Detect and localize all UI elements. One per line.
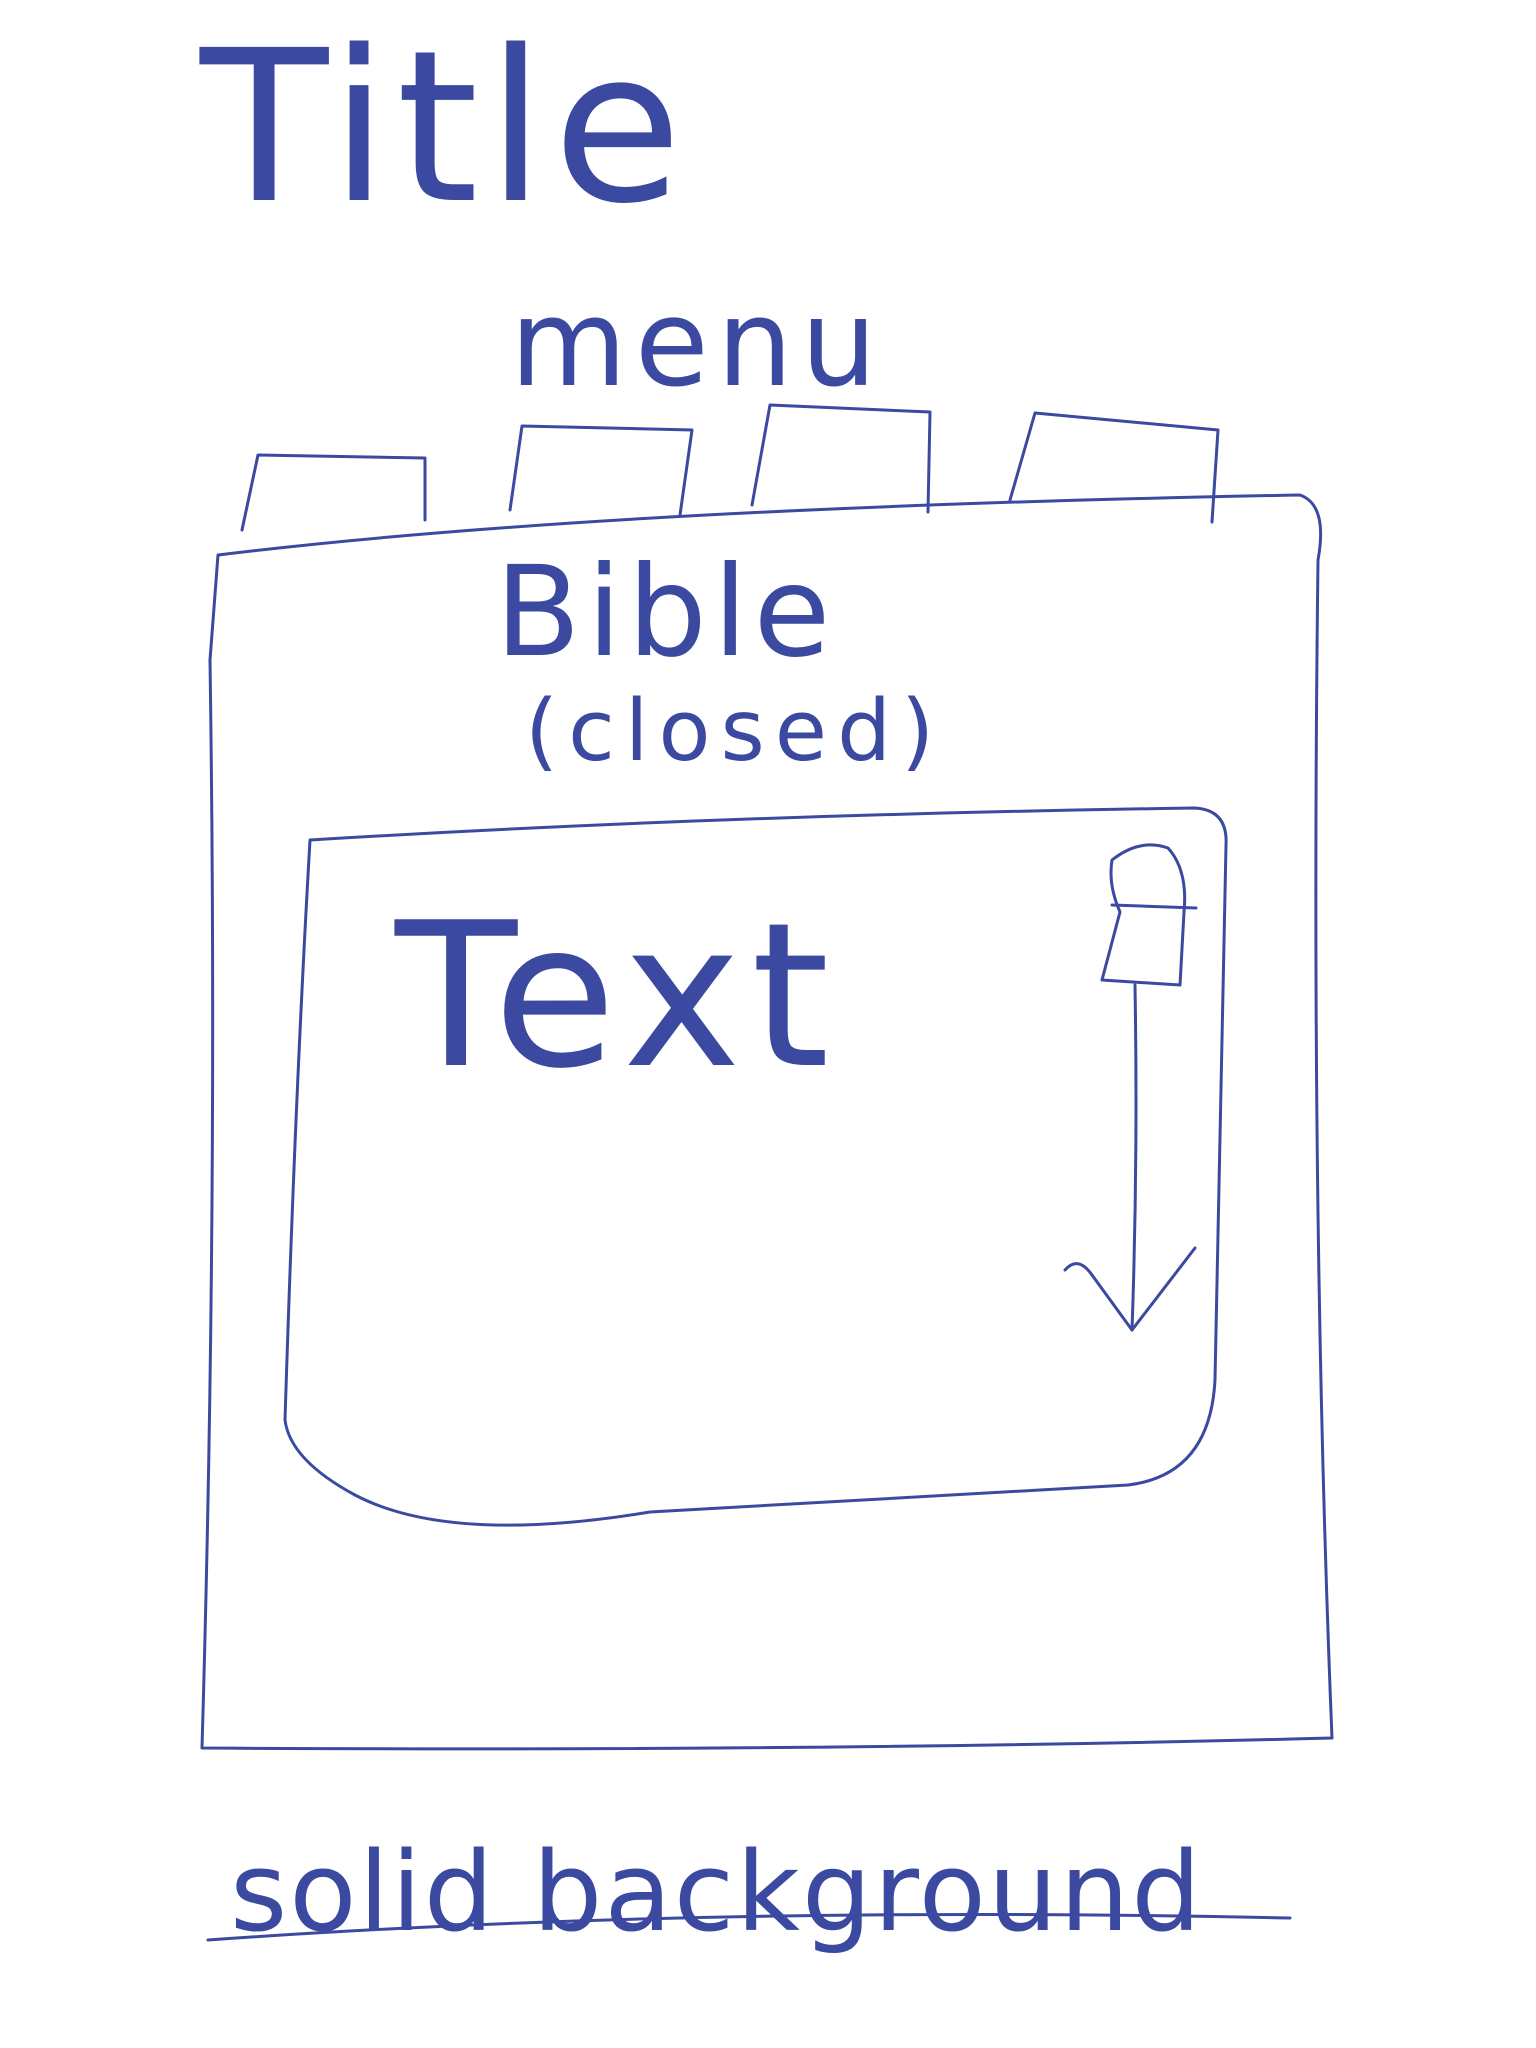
background-note: solid background xyxy=(230,1828,1203,1956)
scrollbar-thumb[interactable] xyxy=(1100,843,1187,987)
menu-tab-2[interactable] xyxy=(508,424,694,517)
wireframe-sketch: Title menu Bible (closed) Text solid bac… xyxy=(199,5,1334,1956)
book-status-note: (closed) xyxy=(525,682,944,781)
content-text: Text xyxy=(394,880,840,1113)
menu-tabs xyxy=(240,403,1220,532)
scrollbar[interactable] xyxy=(1063,843,1198,1332)
menu-label: menu xyxy=(510,275,885,414)
scroll-down-arrow-icon xyxy=(1130,983,1138,1332)
menu-tab-4[interactable] xyxy=(1008,411,1220,524)
page-title: Title xyxy=(199,5,690,250)
book-title: Bible xyxy=(495,540,836,685)
menu-tab-1[interactable] xyxy=(240,453,427,532)
menu-tab-3[interactable] xyxy=(750,403,932,514)
